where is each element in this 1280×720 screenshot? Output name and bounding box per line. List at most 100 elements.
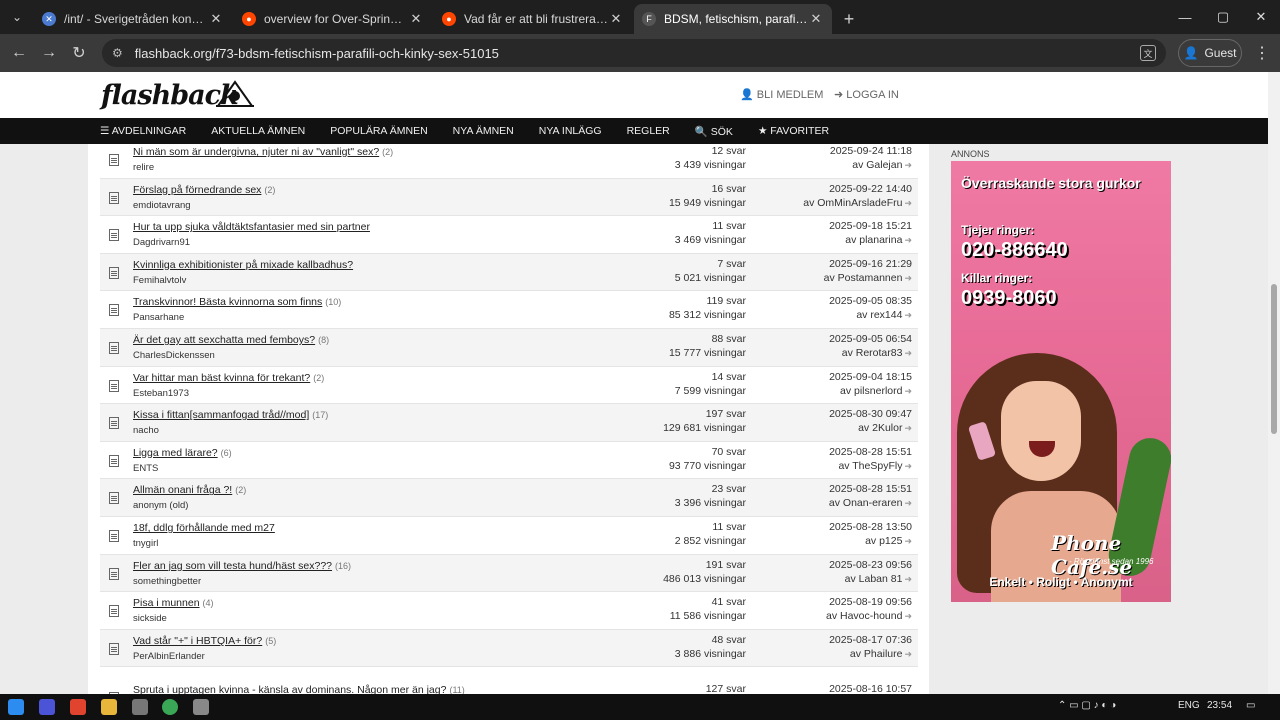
site-info-icon[interactable]: ⚙ — [112, 46, 123, 60]
forward-icon[interactable]: → — [34, 38, 64, 68]
last-poster[interactable]: av Galejan ➜ — [780, 159, 912, 171]
thread-pages[interactable]: (8) — [318, 335, 329, 345]
join-link[interactable]: 👤 BLI MEDLEM — [740, 88, 823, 101]
thread-pages[interactable]: (2) — [382, 147, 393, 157]
thread-link[interactable]: Transkvinnor! Bästa kvinnorna som finns — [133, 296, 322, 308]
thread-row[interactable]: Allmän onani fråga ?! (2) anonym (old) 23 s… — [100, 479, 918, 517]
thread-row[interactable]: 18f, ddlg förhållande med m27 tnygirl 11 s… — [100, 517, 918, 555]
file-explorer-icon[interactable] — [101, 699, 117, 715]
last-poster[interactable]: av 2Kulor ➜ — [780, 422, 912, 434]
go-to-post-icon[interactable]: ➜ — [904, 536, 912, 546]
thread-pages[interactable]: (17) — [312, 410, 328, 420]
thread-pages[interactable]: (4) — [203, 598, 214, 608]
go-to-post-icon[interactable]: ➜ — [904, 160, 912, 170]
last-poster[interactable]: av Havoc-hound ➜ — [780, 610, 912, 622]
thread-author[interactable]: Dagdrivarn91 — [133, 237, 190, 248]
go-to-post-icon[interactable]: ➜ — [904, 386, 912, 396]
last-poster[interactable]: av planarina ➜ — [780, 234, 912, 246]
thread-link[interactable]: Allmän onani fråga ?! — [133, 484, 232, 496]
chrome-icon[interactable] — [162, 699, 178, 715]
nav-new-topics[interactable]: NYA ÄMNEN — [453, 125, 514, 137]
thread-link[interactable]: Förslag på förnedrande sex — [133, 184, 261, 196]
go-to-post-icon[interactable]: ➜ — [904, 348, 912, 358]
nav-current[interactable]: AKTUELLA ÄMNEN — [211, 125, 305, 137]
last-poster[interactable]: av p125 ➜ — [780, 535, 912, 547]
go-to-post-icon[interactable]: ➜ — [904, 461, 912, 471]
minimize-icon[interactable]: — — [1166, 0, 1204, 34]
tab-search-icon[interactable]: ⌄ — [0, 0, 34, 34]
thread-link[interactable]: Ni män som är undergivna, njuter ni av "… — [133, 146, 379, 158]
thread-pages[interactable]: (6) — [221, 448, 232, 458]
thread-row[interactable]: Var hittar man bäst kvinna för trekant?(… — [100, 367, 918, 405]
thread-author[interactable]: anonym (old) — [133, 500, 188, 511]
clock[interactable]: 23:54 — [1207, 700, 1232, 711]
thread-author[interactable]: PerAlbinErlander — [133, 651, 205, 662]
thread-author[interactable]: sickside — [133, 613, 167, 624]
last-poster[interactable]: av Postamannen ➜ — [780, 272, 912, 284]
thread-pages[interactable]: (2) — [264, 185, 275, 195]
brave-icon[interactable] — [70, 699, 86, 715]
thread-link[interactable]: Var hittar man bäst kvinna för trekant? — [133, 372, 310, 384]
translate-icon[interactable]: 文 — [1140, 45, 1156, 61]
go-to-post-icon[interactable]: ➜ — [904, 574, 912, 584]
maximize-icon[interactable]: ▢ — [1204, 0, 1242, 34]
last-poster[interactable]: av Onan-eraren ➜ — [780, 497, 912, 509]
thread-author[interactable]: CharlesDickenssen — [133, 350, 215, 361]
thread-author[interactable]: ENTS — [133, 463, 158, 474]
go-to-post-icon[interactable]: ➜ — [904, 423, 912, 433]
go-to-post-icon[interactable]: ➜ — [904, 273, 912, 283]
last-poster[interactable]: av TheSpyFly ➜ — [780, 460, 912, 472]
tab-close-icon[interactable]: ✕ — [208, 11, 224, 27]
thread-link[interactable]: Är det gay att sexchatta med femboys? — [133, 334, 315, 346]
app-icon-4[interactable] — [132, 699, 148, 715]
last-poster[interactable]: av pilsnerlord ➜ — [780, 385, 912, 397]
go-to-post-icon[interactable]: ➜ — [904, 310, 912, 320]
thread-author[interactable]: Pansarhane — [133, 312, 184, 323]
nav-popular[interactable]: POPULÄRA ÄMNEN — [330, 125, 427, 137]
advertisement[interactable]: Överraskande stora gurkor Tjejer ringer:… — [951, 161, 1171, 602]
tab-close-icon[interactable]: ✕ — [608, 11, 624, 27]
go-to-post-icon[interactable]: ➜ — [904, 498, 912, 508]
last-poster[interactable]: av Rerotar83 ➜ — [780, 347, 912, 359]
thread-row[interactable]: Spruta i upptagen kvinna - känsla av dom… — [100, 679, 918, 694]
thread-link[interactable]: Vad står "+" i HBTQIA+ för? — [133, 635, 262, 647]
thread-author[interactable]: emdiotavrang — [133, 200, 191, 211]
thread-row[interactable]: Är det gay att sexchatta med femboys? (8)… — [100, 329, 918, 367]
thread-row[interactable]: Ligga med lärare? (6) ENTS 70 svar 93 770 vi… — [100, 442, 918, 480]
thread-author[interactable]: tnygirl — [133, 538, 158, 549]
notification-icon[interactable]: ▭ — [1246, 700, 1255, 711]
nav-new-posts[interactable]: NYA INLÄGG — [539, 125, 602, 137]
new-tab-button[interactable]: + — [834, 4, 864, 34]
close-window-icon[interactable]: ✕ — [1242, 0, 1280, 34]
tray-icons[interactable]: ⌃ ▭ ▢ ♪ ◐ ◑ — [1058, 700, 1116, 711]
thread-row[interactable]: Vad står "+" i HBTQIA+ för? (5) PerAlbinEr… — [100, 629, 918, 668]
tab-2[interactable]: ● Vad får er att bli frustrerade? : s✕ — [434, 4, 632, 34]
tab-1[interactable]: ● overview for Over-Spring-3171✕ — [234, 4, 432, 34]
tab-close-icon[interactable]: ✕ — [408, 11, 424, 27]
thread-row[interactable]: Fler an jag som vill testa hund/häst sex… — [100, 554, 918, 593]
thread-row[interactable]: Förslag på förnedrande sex (2) emdiotavran… — [100, 178, 918, 217]
tab-0[interactable]: ✕/int/ - Sverigetråden konungen✕ — [34, 4, 232, 34]
thread-pages[interactable]: (11) — [449, 685, 464, 694]
go-to-post-icon[interactable]: ➜ — [904, 198, 912, 208]
address-bar[interactable]: ⚙ flashback.org/f73-bdsm-fetischism-para… — [102, 39, 1166, 67]
thread-row[interactable]: Transkvinnor! Bästa kvinnorna som finns(… — [100, 291, 918, 329]
thread-link[interactable]: Ligga med lärare? — [133, 447, 218, 459]
nav-search[interactable]: 🔍 SÖK — [695, 125, 733, 138]
back-icon[interactable]: ← — [4, 38, 34, 68]
thread-pages[interactable]: (2) — [235, 485, 246, 495]
start-icon[interactable] — [8, 699, 24, 715]
thread-author[interactable]: Femihalvtolv — [133, 275, 186, 286]
scrollbar-thumb[interactable] — [1271, 284, 1277, 434]
thread-link[interactable]: Fler an jag som vill testa hund/häst sex… — [133, 560, 332, 572]
go-to-post-icon[interactable]: ➜ — [904, 235, 912, 245]
thread-link[interactable]: Kissa i fittan[sammanfogad tråd//mod] — [133, 409, 309, 421]
thread-link[interactable]: Kvinnliga exhibitionister på mixade kall… — [133, 259, 353, 271]
thread-pages[interactable]: (2) — [313, 373, 324, 383]
language-indicator[interactable]: ENG — [1178, 700, 1200, 711]
thread-author[interactable]: relire — [133, 162, 154, 173]
go-to-post-icon[interactable]: ➜ — [904, 649, 912, 659]
thread-pages[interactable]: (5) — [265, 636, 276, 646]
app-icon-6[interactable] — [193, 699, 209, 715]
thread-row[interactable]: Pisa i munnen (4) sickside 41 svar 11 586 vi… — [100, 592, 918, 630]
